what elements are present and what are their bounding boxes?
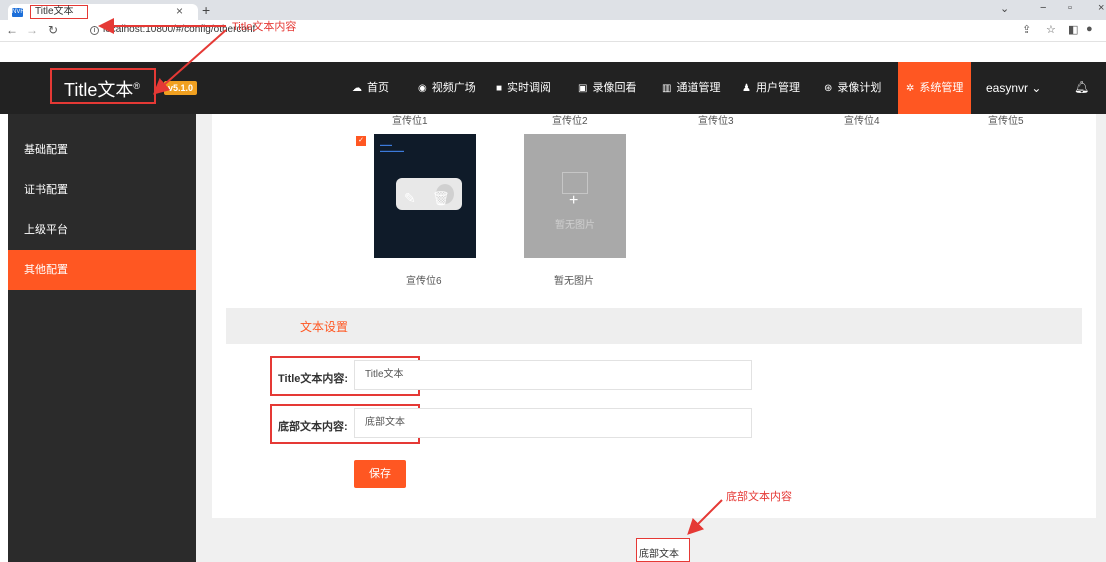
version-badge: v5.1.0 — [164, 81, 198, 95]
close-window-icon[interactable]: × — [1098, 2, 1104, 14]
gear-icon: ✲ — [906, 83, 915, 94]
footer-input[interactable]: 底部文本 — [354, 408, 752, 438]
nav-label: 录像回看 — [592, 82, 637, 94]
app-header: Title文本® v5.1.0 ☁ 首页 ◉ 视频广场 ■ 实时调阅 ▣ 录像回看 ▥ 通… — [0, 62, 1106, 114]
logo-text: Title文本 — [64, 80, 134, 100]
sidebar-item-upper-platform[interactable]: 上级平台 — [8, 210, 196, 250]
nav-playback[interactable]: ▣ 录像回看 — [578, 62, 636, 114]
username: easynvr — [986, 81, 1029, 95]
footer-text: 底部文本 — [639, 549, 679, 560]
edit-icon[interactable]: ✎ — [404, 190, 416, 207]
forward-icon[interactable]: → — [26, 23, 38, 37]
main-content: 宣传位1 宣传位2 宣传位3 宣传位4 宣传位5 ✓ ▬▬▬ ▬▬▬▬▬▬ ✎ 🗑… — [196, 114, 1106, 562]
calendar-icon: ⊛ — [824, 83, 833, 94]
maximize-icon[interactable]: ▫ — [1068, 2, 1072, 14]
nav-live[interactable]: ■ 实时调阅 — [496, 62, 551, 114]
add-icon: + — [569, 192, 579, 209]
nav-system[interactable]: ✲ 系统管理 — [898, 62, 972, 114]
chevron-down-icon[interactable]: ⌄ — [1000, 2, 1009, 15]
title-input[interactable]: Title文本 — [354, 360, 752, 390]
user-menu[interactable]: easynvr ⌄ — [986, 62, 1041, 114]
user-icon: ♟ — [742, 83, 751, 94]
play-circle-icon: ◉ — [418, 83, 427, 94]
annotation-footer: 底部文本内容 — [726, 491, 792, 503]
nav-channels[interactable]: ▥ 通道管理 — [662, 62, 720, 114]
promo-label-1: 宣传位1 — [392, 116, 428, 127]
record-icon: ▣ — [578, 83, 588, 94]
image-caption-decor: ▬▬▬ ▬▬▬▬▬▬ — [380, 142, 404, 153]
image-placeholder-icon — [562, 172, 588, 194]
nav-video-square[interactable]: ◉ 视频广场 — [418, 62, 476, 114]
empty-text: 暂无图片 — [555, 220, 595, 231]
nav-label: 视频广场 — [431, 82, 476, 94]
promo-label-3: 宣传位3 — [698, 116, 734, 127]
title-field-label: Title文本内容: — [278, 373, 349, 385]
video-icon: ■ — [496, 83, 503, 94]
profile-icon[interactable]: ● — [1086, 23, 1093, 35]
promo-label-4: 宣传位4 — [844, 116, 880, 127]
bell-icon[interactable]: 🔔︎ — [1074, 80, 1089, 94]
promo-label-5: 宣传位5 — [988, 116, 1024, 127]
empty-label: 暂无图片 — [554, 276, 594, 287]
delete-icon[interactable]: 🗑︎ — [432, 190, 450, 207]
tab-title: Title文本 — [30, 5, 88, 19]
section-title: 文本设置 — [300, 320, 349, 334]
promo-label-6: 宣传位6 — [406, 276, 442, 287]
footer-field-label: 底部文本内容: — [278, 421, 348, 433]
url-field[interactable]: i localhost:10800/#/config/otherconf — [90, 24, 255, 35]
close-tab-icon[interactable]: × — [176, 4, 183, 18]
columns-icon: ▥ — [662, 83, 672, 94]
sidebar-item-cert[interactable]: 证书配置 — [8, 170, 196, 210]
nav-label: 录像计划 — [837, 82, 882, 94]
page-footer: 底部文本 — [636, 538, 690, 562]
nav-label: 系统管理 — [919, 82, 964, 94]
nav-label: 用户管理 — [755, 82, 800, 94]
new-tab-icon[interactable]: + — [202, 2, 210, 18]
back-icon[interactable]: ← — [6, 23, 18, 37]
sidebar-item-basic[interactable]: 基础配置 — [8, 130, 196, 170]
upload-slot[interactable]: + 暂无图片 — [524, 134, 626, 258]
registered-mark: ® — [133, 81, 140, 91]
share-icon[interactable]: ⇪ — [1022, 23, 1031, 36]
logo-highlight: Title文本® — [50, 68, 156, 104]
nav-label: 首页 — [367, 82, 389, 94]
nav-home[interactable]: ☁ 首页 — [352, 62, 389, 114]
select-checkbox[interactable]: ✓ — [356, 136, 366, 146]
nav-label: 实时调阅 — [507, 82, 552, 94]
save-button[interactable]: 保存 — [354, 460, 406, 488]
nav-users[interactable]: ♟ 用户管理 — [742, 62, 800, 114]
star-icon[interactable]: ☆ — [1046, 23, 1056, 36]
browser-tab[interactable]: NVR Title文本 × — [8, 4, 198, 20]
favicon-icon: NVR — [12, 8, 25, 17]
sidepanel-icon[interactable]: ◧ — [1068, 23, 1078, 36]
nav-label: 通道管理 — [676, 82, 721, 94]
minimize-icon[interactable]: − — [1040, 2, 1046, 14]
annotation-tab-title: Title文本内容 — [232, 21, 297, 33]
promo-image-6[interactable]: ▬▬▬ ▬▬▬▬▬▬ ✎ 🗑︎ — [374, 134, 476, 258]
sidebar-item-other[interactable]: 其他配置 — [8, 250, 196, 290]
screenshot-root: NVR Title文本 × + ⌄ − ▫ × ← → ↻ i localhost… — [0, 0, 1106, 562]
config-panel: 宣传位1 宣传位2 宣传位3 宣传位4 宣传位5 ✓ ▬▬▬ ▬▬▬▬▬▬ ✎ 🗑… — [212, 114, 1096, 518]
chevron-down-icon: ⌄ — [1031, 81, 1042, 95]
text-settings-header: 文本设置 — [226, 308, 1082, 344]
browser-tabbar: NVR Title文本 × + ⌄ − ▫ × — [0, 0, 1106, 20]
logo[interactable]: Title文本® — [64, 76, 140, 102]
address-bar: ← → ↻ i localhost:10800/#/config/othercon… — [0, 20, 1106, 42]
cloud-icon: ☁ — [352, 83, 362, 94]
nav-record-plan[interactable]: ⊛ 录像计划 — [824, 62, 881, 114]
reload-icon[interactable]: ↻ — [48, 23, 58, 37]
info-icon: i — [90, 26, 99, 35]
promo-label-2: 宣传位2 — [552, 116, 588, 127]
sidebar: 基础配置 证书配置 上级平台 其他配置 — [8, 114, 196, 562]
